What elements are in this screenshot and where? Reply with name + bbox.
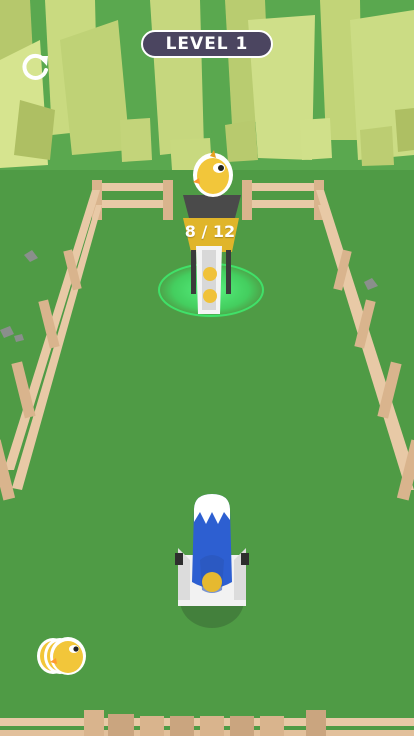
level-label: LEVEL 1 xyxy=(165,34,249,54)
chick-stack-icon xyxy=(37,637,86,675)
restart-button[interactable] xyxy=(18,50,52,84)
level-indicator: LEVEL 1 xyxy=(141,30,273,58)
collector-counter: 8 / 12 xyxy=(184,222,236,241)
game-scene xyxy=(0,0,414,736)
restart-icon xyxy=(22,53,48,80)
chick-in-tube xyxy=(203,289,217,303)
chick-in-tube xyxy=(203,267,217,281)
